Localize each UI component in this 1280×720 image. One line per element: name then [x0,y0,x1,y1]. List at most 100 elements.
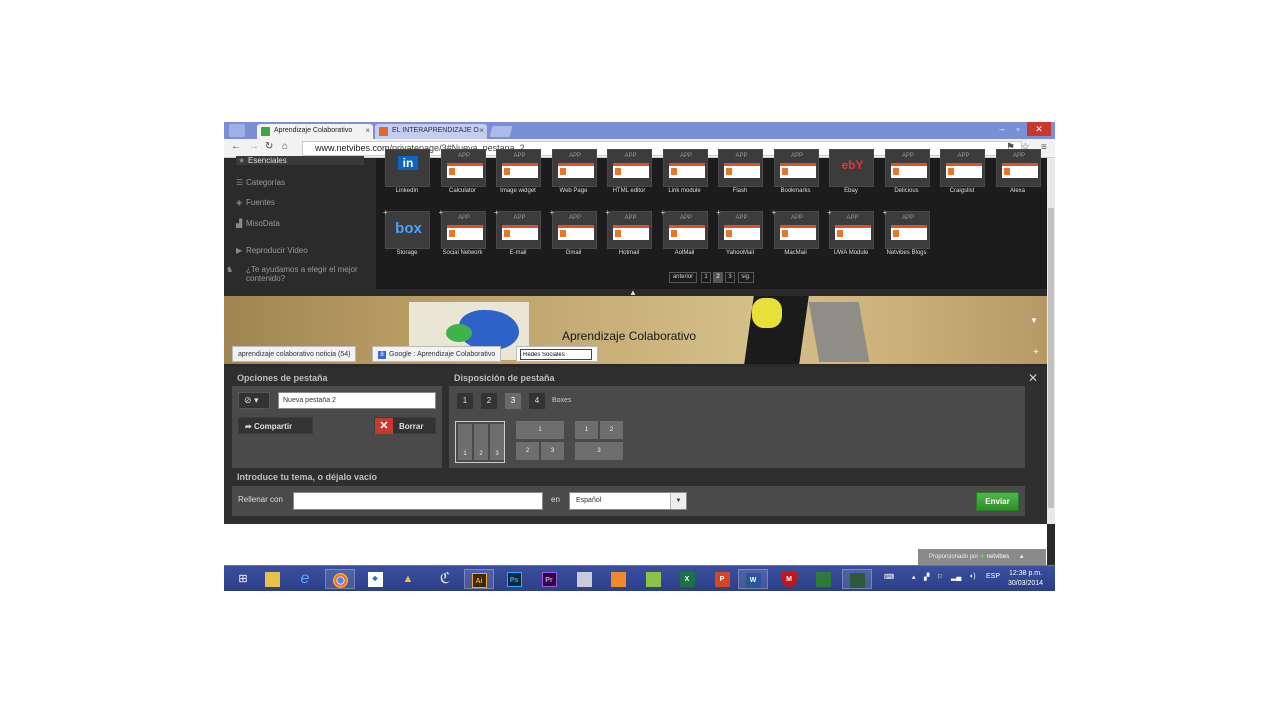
signal-icon[interactable]: ▂▄ [951,573,961,581]
app-tile[interactable]: APP + UWA Module [827,208,875,259]
tab-interaprendizaje[interactable]: EL INTERAPRENDIZAJE O × [375,124,487,139]
add-app-icon[interactable]: + [716,208,721,217]
add-app-icon[interactable]: + [383,208,388,217]
app-tile[interactable]: APP + Gmail [550,208,598,259]
clock[interactable]: 12:38 p.m. 30/03/2014 [1008,569,1043,589]
add-app-icon[interactable]: + [772,208,777,217]
show-hidden-icons[interactable]: ▴ [912,573,916,581]
notes-app-icon[interactable] [569,569,599,589]
reload-icon[interactable]: ↻ [265,141,273,152]
app-tile[interactable]: APP Web Page [550,149,598,197]
sidebar-item-esenciales[interactable]: ★ Esenciales [236,156,364,165]
close-window-button[interactable]: ✕ [1027,122,1051,136]
delete-button[interactable]: ✕ Borrar [374,417,436,434]
pagination-page-2[interactable]: 2 [713,272,723,283]
sync-app-icon[interactable]: ℭ [430,569,460,589]
vpn-app-icon[interactable] [808,569,838,589]
volume-icon[interactable]: ◖) [969,573,976,580]
columns-3-button[interactable]: 3 [505,393,521,409]
app-tile[interactable]: box + Storage [383,208,431,259]
google-drive-icon[interactable]: ▲ [393,569,423,589]
scrollbar-thumb[interactable] [1048,208,1054,508]
dropbox-icon[interactable]: ❖ [360,569,390,589]
scrollbar[interactable] [1047,158,1055,524]
chrome-icon[interactable] [325,569,355,589]
columns-2-button[interactable]: 2 [481,393,497,409]
tab-aprendizaje-colaborativo[interactable]: Aprendizaje Colaborativo × [257,124,373,139]
internet-explorer-icon[interactable]: e [290,569,320,589]
page-tab-redes-sociales[interactable] [516,346,598,362]
app-tile[interactable]: APP Image widget [494,149,542,197]
columns-1-button[interactable]: 1 [457,393,473,409]
flag-tray-icon[interactable]: ⚐ [937,573,943,581]
maximize-button[interactable]: ▫ [1011,122,1025,136]
add-app-icon[interactable]: + [439,208,444,217]
pagination-prev[interactable]: anterior [669,272,697,283]
sidebar-item-categorias[interactable]: ☰ Categorías [236,178,285,187]
app-tile[interactable]: in LinkedIn [383,149,431,197]
app-tile[interactable]: APP Alexa [994,149,1042,197]
app-tile[interactable]: APP + MacMail [772,208,820,259]
chevron-down-icon[interactable]: ▼ [1030,316,1038,325]
keyboard-icon[interactable]: ⌨ [884,573,894,581]
pagination-page-1[interactable]: 1 [701,272,711,283]
add-app-icon[interactable]: + [605,208,610,217]
excel-icon[interactable]: X [672,569,702,589]
input-language[interactable]: ESP [986,573,1000,580]
app-tile[interactable]: APP Delicious [883,149,931,197]
new-tab-button[interactable] [489,126,513,137]
app-tile[interactable]: APP + AolMail [661,208,709,259]
forward-icon[interactable]: → [249,141,259,152]
app-tile[interactable]: APP + YahooMail [716,208,764,259]
page-tab-google[interactable]: 8 Google : Aprendizaje Colaborativo [372,346,502,362]
menu-icon[interactable]: ≡ [1041,142,1047,153]
language-select[interactable]: Español ▼ [569,492,687,510]
app-tile[interactable]: APP Bookmarks [772,149,820,197]
mcafee-icon[interactable]: M [774,569,804,589]
sidebar-item-ayuda[interactable]: ♞ ¿Te ayudamos a elegir el mejor contenid… [226,265,366,283]
app-tile[interactable]: APP Craigslist [938,149,986,197]
send-button[interactable]: Enviar [976,492,1019,511]
premiere-icon[interactable]: Pr [534,569,564,589]
tab-close-icon[interactable]: × [479,126,484,135]
sidebar-item-misodata[interactable]: ▟ MisoData [236,219,280,228]
home-icon[interactable]: ⌂ [282,141,288,152]
recorder-app-icon[interactable] [842,569,872,589]
pagination-next[interactable]: sig. [738,272,754,283]
add-app-icon[interactable]: + [827,208,832,217]
app-tile[interactable]: APP + E-mail [494,208,542,259]
share-button[interactable]: ➦ Compartir [238,417,313,434]
pagination-page-3[interactable]: 3 [725,272,735,283]
tab-icon-select[interactable]: ⊘ ▾ [238,392,270,409]
add-tab-button[interactable]: + [1033,347,1039,358]
file-explorer-icon[interactable] [257,569,287,589]
topic-input[interactable] [293,492,543,510]
page-tab-noticia[interactable]: aprendizaje colaborativo noticia (54) [232,346,357,362]
powered-by-bar[interactable]: Proporcionado por ✚ netvibes ▲ [918,549,1046,565]
tools-app-icon[interactable] [603,569,633,589]
windows-start-icon[interactable]: ⊞ [228,569,258,589]
browser-profile-icon[interactable] [229,124,245,137]
app-tile[interactable]: APP Link module [661,149,709,197]
app-tile[interactable]: APP Flash [716,149,764,197]
word-icon[interactable]: W [738,569,768,589]
columns-4-button[interactable]: 4 [529,393,545,409]
add-app-icon[interactable]: + [550,208,555,217]
layout-bottom-wide[interactable]: 1 2 3 [575,421,623,463]
app-tile[interactable]: APP + Hotmail [605,208,653,259]
add-app-icon[interactable]: + [661,208,666,217]
layout-top-wide[interactable]: 1 2 3 [516,421,564,463]
tab-name-input[interactable] [278,392,436,409]
layout-three-columns[interactable]: 1 2 3 [455,421,505,463]
network-icon[interactable]: ▞ [924,573,929,581]
sidebar-item-fuentes[interactable]: ◈ Fuentes [236,198,275,207]
close-icon[interactable]: ✕ [1028,371,1038,385]
spreadsheet-app-icon[interactable] [638,569,668,589]
app-tile[interactable]: APP HTML editor [605,149,653,197]
back-icon[interactable]: ← [231,141,241,152]
powerpoint-icon[interactable]: P [707,569,737,589]
minimize-button[interactable]: – [995,122,1009,136]
app-tile[interactable]: APP + Social Network [439,208,487,259]
app-tile[interactable]: APP + Netvibes Blogs [883,208,931,259]
app-tile[interactable]: APP Calculator [439,149,487,197]
